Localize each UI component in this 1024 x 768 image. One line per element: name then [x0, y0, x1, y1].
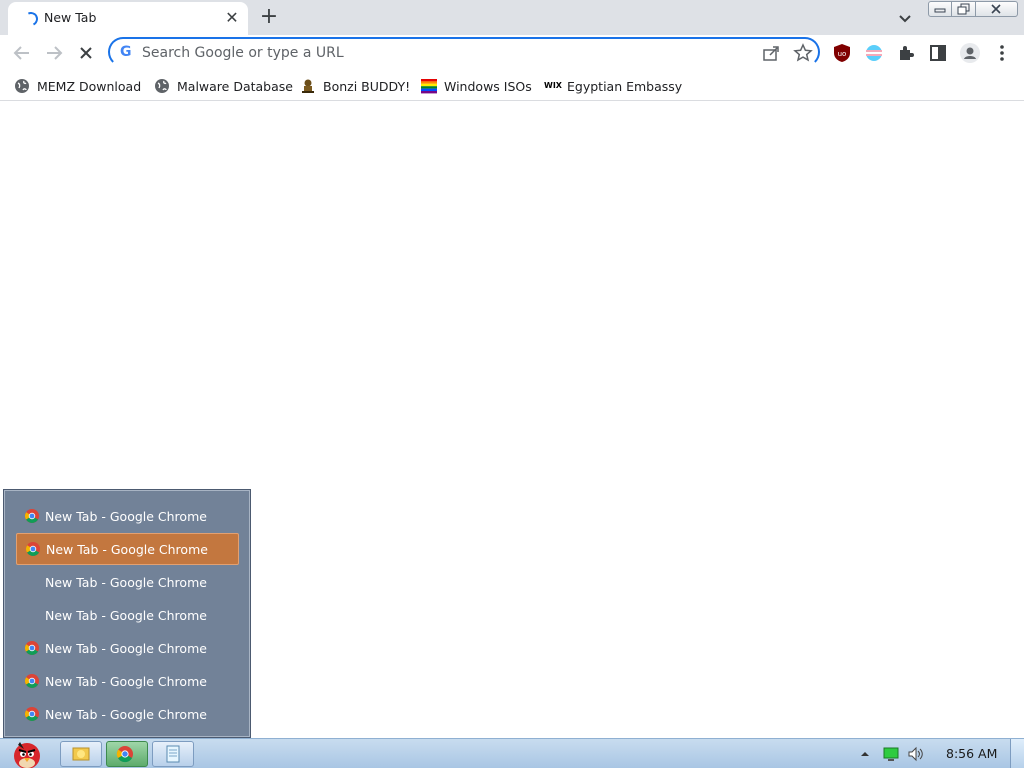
network-monitor-icon [883, 747, 899, 761]
show-desktop-button[interactable] [1010, 739, 1024, 768]
share-button[interactable] [760, 42, 782, 64]
trans-flag-icon [866, 45, 882, 61]
new-tab-button[interactable]: + [256, 5, 282, 31]
chrome-icon [116, 746, 133, 763]
tab-close-button[interactable]: ✕ [222, 8, 242, 28]
extensions-button[interactable] [894, 41, 918, 65]
bookmark-star-button[interactable] [792, 42, 814, 64]
window-list-item[interactable]: New Tab - Google Chrome [16, 599, 239, 631]
taskbar-chrome-button[interactable] [106, 741, 148, 767]
ublock-extension-button[interactable]: uo [830, 41, 854, 65]
window-list-item[interactable]: New Tab - Google Chrome [16, 632, 239, 664]
bookmark-malware-database[interactable]: Malware Database [154, 76, 293, 96]
minimize-icon [934, 8, 946, 13]
side-panel-button[interactable] [926, 41, 950, 65]
back-button[interactable] [10, 41, 34, 65]
taskbar-explorer-button[interactable] [60, 741, 102, 767]
volume-tray-button[interactable] [906, 745, 924, 763]
taskbar-window-list: New Tab - Google Chrome New Tab - Google… [3, 489, 251, 738]
bookmark-label: Windows ISOs [444, 78, 532, 94]
google-g-icon: G [120, 44, 132, 60]
chrome-icon [25, 641, 39, 655]
address-bar[interactable]: G [108, 37, 820, 67]
taskbar-notepad-button[interactable] [152, 741, 194, 767]
folder-icon [72, 747, 90, 761]
wix-icon: WIX [544, 81, 562, 90]
window-title: New Tab - Google Chrome [46, 541, 208, 557]
bookmark-windows-isos[interactable]: Windows ISOs [421, 76, 532, 96]
close-icon [991, 4, 1001, 14]
chrome-icon [25, 674, 39, 688]
bonzi-icon [302, 79, 314, 93]
restore-icon [957, 3, 970, 15]
restore-button[interactable] [952, 1, 976, 17]
bookmark-label: Bonzi BUDDY! [323, 78, 411, 94]
notepad-icon [166, 745, 180, 763]
chrome-icon [25, 509, 39, 523]
minimize-button[interactable] [928, 1, 952, 17]
profile-avatar-icon [960, 43, 980, 63]
window-list-item-active[interactable]: New Tab - Google Chrome [16, 533, 239, 565]
forward-button[interactable] [42, 41, 66, 65]
window-title: New Tab - Google Chrome [45, 574, 207, 590]
speaker-icon [908, 746, 923, 762]
window-list-item[interactable]: New Tab - Google Chrome [16, 665, 239, 697]
window-title: New Tab - Google Chrome [45, 607, 207, 623]
profile-button[interactable] [958, 41, 982, 65]
show-hidden-icons-button[interactable] [858, 747, 872, 761]
arrow-right-icon [47, 46, 63, 60]
close-icon [80, 47, 92, 59]
taskbar-clock[interactable]: 8:56 AM [946, 746, 997, 761]
tab-search-button[interactable] [894, 8, 916, 28]
star-icon [793, 43, 813, 62]
menu-button[interactable] [990, 41, 1014, 65]
chevron-up-icon [861, 752, 869, 756]
trans-flag-extension-button[interactable] [862, 41, 886, 65]
window-title: New Tab - Google Chrome [45, 640, 207, 656]
svg-text:uo: uo [838, 50, 847, 58]
globe-icon [15, 79, 29, 93]
angry-bird-start-icon [14, 742, 40, 768]
puzzle-icon [900, 46, 914, 60]
globe-icon [155, 79, 169, 93]
network-tray-icon-button[interactable] [882, 745, 900, 763]
bookmark-label: Egyptian Embassy [567, 78, 683, 94]
chevron-down-icon [899, 15, 911, 23]
rainbow-flag-icon [421, 79, 437, 94]
address-input[interactable] [142, 42, 742, 64]
close-window-button[interactable] [976, 1, 1018, 17]
loading-spinner-icon [22, 10, 40, 28]
window-title: New Tab - Google Chrome [45, 673, 207, 689]
tab-new-tab[interactable]: New Tab ✕ [8, 2, 248, 35]
stop-button[interactable] [74, 41, 98, 65]
bookmark-label: MEMZ Download [37, 78, 142, 94]
chrome-icon [25, 707, 39, 721]
bookmark-bonzi-buddy[interactable]: Bonzi BUDDY! [300, 76, 410, 96]
bookmark-label: Malware Database [177, 78, 293, 94]
bookmark-egyptian-embassy[interactable]: WIX Egyptian Embassy [544, 76, 682, 96]
window-title: New Tab - Google Chrome [45, 706, 207, 722]
bookmarks-bar: MEMZ Download Malware Database Bonzi BUD… [0, 71, 1024, 101]
chrome-icon [26, 542, 40, 556]
arrow-left-icon [13, 46, 29, 60]
browser-toolbar: G uo [0, 35, 1024, 71]
bookmark-memz-download[interactable]: MEMZ Download [14, 76, 141, 96]
kebab-menu-icon [1000, 45, 1004, 61]
tab-title: New Tab [44, 10, 97, 25]
ublock-icon: uo [834, 44, 850, 62]
taskbar: 8:56 AM [0, 738, 1024, 768]
share-icon [763, 46, 779, 61]
tab-strip: New Tab ✕ + [0, 0, 1024, 35]
window-list-item[interactable]: New Tab - Google Chrome [16, 566, 239, 598]
side-panel-icon [930, 45, 946, 61]
window-list-item[interactable]: New Tab - Google Chrome [16, 698, 239, 730]
window-list-item[interactable]: New Tab - Google Chrome [16, 500, 239, 532]
start-button[interactable] [4, 739, 50, 768]
window-title: New Tab - Google Chrome [45, 508, 207, 524]
